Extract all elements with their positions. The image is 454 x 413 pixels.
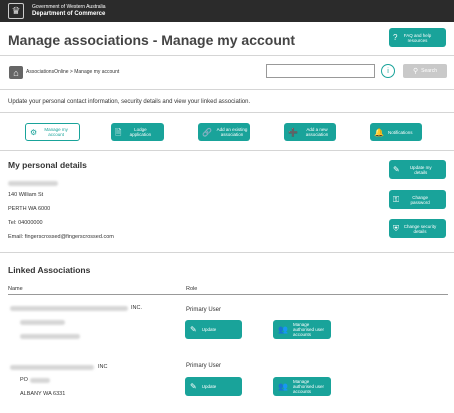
redacted-po-box <box>30 378 50 383</box>
update-my-details-button[interactable]: ✎ Update my details <box>389 160 446 179</box>
column-header-name: Name <box>8 286 23 292</box>
nav-label: Lodge application <box>129 127 152 137</box>
add-icon: ➕ <box>288 127 298 137</box>
search-icon: ⚲ <box>413 68 419 75</box>
users-icon: 👥 <box>278 382 288 391</box>
nav-label: Add a new association <box>305 127 329 137</box>
update-association-button[interactable]: ✎ Update <box>185 320 242 339</box>
home-icon[interactable]: ⌂ <box>9 66 23 79</box>
change-security-details-button[interactable]: ⛨ Change security details <box>389 219 446 238</box>
linked-associations-title: Linked Associations <box>8 265 91 275</box>
change-password-label: Change password <box>410 194 430 205</box>
government-name: Government of Western Australia <box>32 4 106 10</box>
divider <box>0 252 454 253</box>
nav-label: Add an existing association <box>216 127 248 137</box>
search-button-label: Search <box>421 68 437 74</box>
nav-notifications[interactable]: 🔔 Notifications <box>370 123 422 141</box>
po-box-label: PO <box>20 377 28 383</box>
intro-text: Update your personal contact information… <box>8 99 251 105</box>
document-icon: 🗎 <box>115 127 122 137</box>
change-security-details-label: Change security details <box>403 223 437 234</box>
question-icon: ? <box>393 33 398 42</box>
government-header: ♛ Government of Western Australia Depart… <box>0 0 454 22</box>
bell-icon: 🔔 <box>374 127 384 137</box>
edit-icon: ✎ <box>190 325 197 334</box>
gear-icon: ⚙ <box>30 127 38 137</box>
nav-label: Notifications <box>387 129 413 135</box>
divider <box>0 150 454 151</box>
search-input[interactable] <box>266 64 375 78</box>
association-address: ALBANY WA 6331 <box>20 391 66 397</box>
redacted-address <box>20 334 80 339</box>
users-icon: 👥 <box>278 325 288 334</box>
breadcrumb-current: Manage my account <box>74 69 120 75</box>
column-header-role: Role <box>186 286 198 292</box>
nav-label: Manage my account <box>44 127 68 137</box>
nav-add-new-association[interactable]: ➕ Add a new association <box>284 123 336 141</box>
association-name-suffix: INC <box>98 364 108 370</box>
email: Email: fingerscrossed@fingerscrossed.com <box>8 234 114 240</box>
department-name: Government of Western Australia Departme… <box>32 4 106 18</box>
manage-authorised-users-label: Manage authorised user accounts <box>292 379 324 394</box>
divider <box>0 89 454 90</box>
update-label: Update <box>201 384 217 389</box>
redacted-association-name <box>10 306 128 311</box>
shield-icon: ⛨ <box>393 223 399 233</box>
redacted-name <box>8 181 58 186</box>
info-icon[interactable]: i <box>381 64 395 78</box>
link-icon: 🔗 <box>202 127 212 137</box>
redacted-association-name <box>10 365 94 370</box>
manage-authorised-users-label: Manage authorised user accounts <box>292 322 324 337</box>
faq-help-label: FAQ and help resources <box>403 32 432 43</box>
change-password-button[interactable]: ⚿ Change password <box>389 190 446 209</box>
association-name-suffix: INC. <box>131 305 142 311</box>
manage-authorised-users-button[interactable]: 👥 Manage authorised user accounts <box>273 320 331 339</box>
nav-manage-my-account[interactable]: ⚙ Manage my account <box>25 123 80 141</box>
table-header-divider <box>8 294 448 295</box>
update-label: Update <box>201 327 217 332</box>
update-association-button[interactable]: ✎ Update <box>185 377 242 396</box>
department-title: Department of Commerce <box>32 11 106 17</box>
key-icon: ⚿ <box>393 194 400 204</box>
role-text: Primary User <box>186 307 222 313</box>
edit-icon: ✎ <box>393 165 400 174</box>
nav-add-existing-association[interactable]: 🔗 Add an existing association <box>198 123 250 141</box>
manage-authorised-users-button[interactable]: 👥 Manage authorised user accounts <box>273 377 331 396</box>
divider <box>0 112 454 113</box>
address-line-2: PERTH WA 6000 <box>8 206 51 212</box>
page-title: Manage associations - Manage my account <box>8 32 296 48</box>
breadcrumb-root-link[interactable]: AssociationsOnline <box>26 69 69 75</box>
redacted-address <box>20 320 65 325</box>
nav-lodge-application[interactable]: 🗎 Lodge application <box>111 123 164 141</box>
faq-help-button[interactable]: ? FAQ and help resources <box>389 28 446 47</box>
breadcrumb: AssociationsOnline > Manage my account <box>26 69 119 75</box>
search-button[interactable]: ⚲ Search <box>403 64 447 78</box>
coat-of-arms-icon: ♛ <box>8 3 24 19</box>
divider <box>0 55 454 56</box>
telephone: Tel: 04000000 <box>8 220 43 226</box>
update-my-details-label: Update my details <box>409 164 432 175</box>
personal-details-title: My personal details <box>8 160 87 170</box>
edit-icon: ✎ <box>190 382 197 391</box>
role-text: Primary User <box>186 363 222 369</box>
address-line-1: 140 William St <box>8 192 44 198</box>
